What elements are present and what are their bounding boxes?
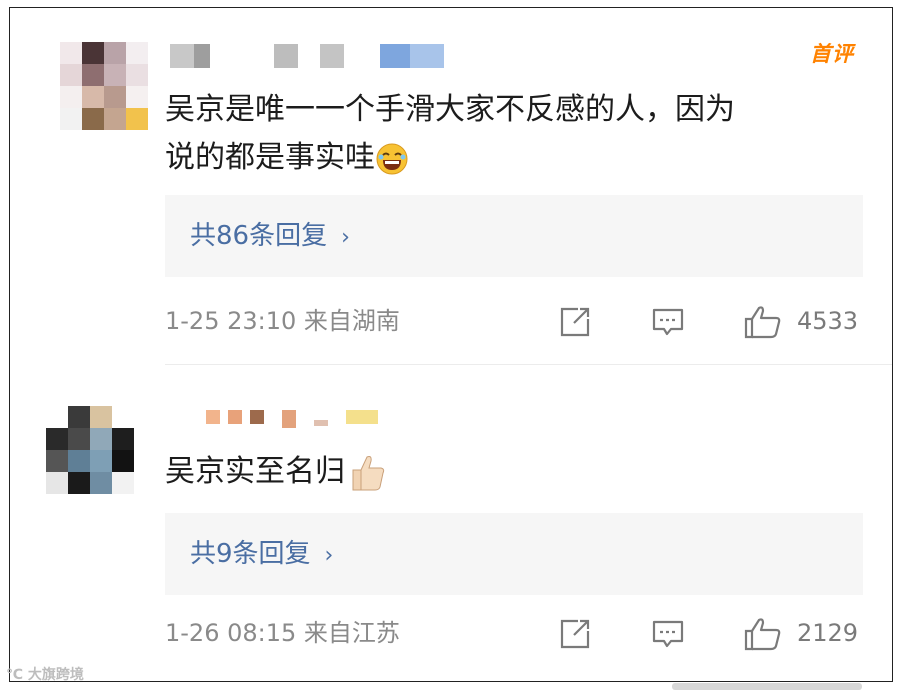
reply-box: 共9条回复 › [165,513,863,595]
avatar[interactable] [46,406,134,494]
comment-icon[interactable] [651,617,685,651]
reply-count-label: 共9条回复 [190,539,311,569]
comment-text-line: 吴京是唯一一个手滑大家不反感的人，因为 [165,92,735,127]
view-replies-link[interactable]: 共9条回复 › [190,513,333,597]
divider [165,364,892,365]
comment-text: 吴京实至名归 [165,448,865,496]
comment-text-line: 吴京实至名归 [165,454,345,489]
like-count: 4533 [797,307,859,335]
timestamp-location: 1-26 08:15 来自江苏 [165,619,400,647]
chevron-right-icon: › [324,543,334,568]
comment-icon[interactable] [651,305,685,339]
home-indicator [672,683,862,690]
first-comment-badge: 首评 [810,42,854,66]
comment-meta: 1-26 08:15 来自江苏 2129 [165,613,865,653]
comment-meta: 1-25 23:10 来自湖南 4533 [165,301,865,341]
avatar[interactable] [60,42,148,130]
like-icon[interactable] [743,305,783,339]
share-icon[interactable] [558,305,592,339]
thumbs-up-icon [345,452,387,494]
laughing-emoji-icon [375,142,409,176]
watermark: ℃ 大旗跨境 [6,667,84,683]
like-icon[interactable] [743,617,783,651]
reply-box: 共86条回复 › [165,195,863,277]
reply-count-label: 共86条回复 [190,221,328,251]
comment-text: 吴京是唯一一个手滑大家不反感的人，因为 说的都是事实哇 [165,86,865,182]
like-count: 2129 [797,619,859,647]
comment-item: 吴京实至名归 共9条回复 › 1-26 08:15 来自江苏 2129 [10,380,892,680]
view-replies-link[interactable]: 共86条回复 › [190,195,350,279]
comment-item: 首评 吴京是唯一一个手滑大家不反感的人，因为 说的都是事实哇 共86条回复 › [10,8,892,365]
share-icon[interactable] [558,617,592,651]
timestamp-location: 1-25 23:10 来自湖南 [165,307,400,335]
comment-text-line: 说的都是事实哇 [165,140,375,175]
chevron-right-icon: › [341,225,350,250]
screenshot-frame: 首评 吴京是唯一一个手滑大家不反感的人，因为 说的都是事实哇 共86条回复 › [9,7,893,682]
